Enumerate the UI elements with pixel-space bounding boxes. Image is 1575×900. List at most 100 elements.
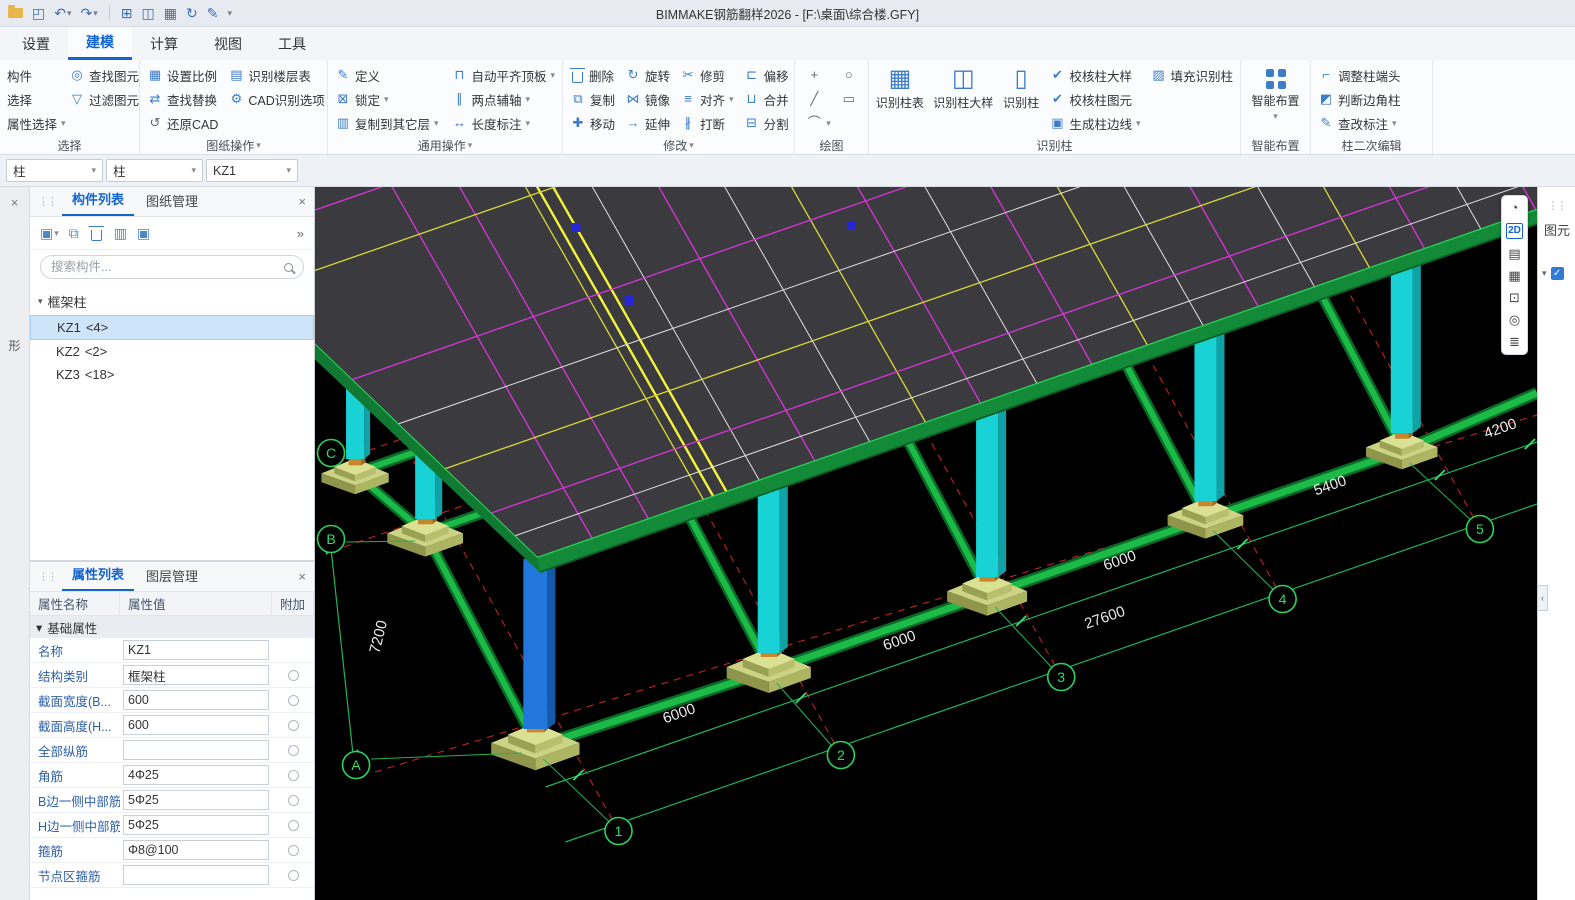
tree-item-kz2[interactable]: KZ2 <2> <box>30 340 314 363</box>
append-toggle[interactable] <box>287 869 299 881</box>
set-scale-button[interactable]: ▦ 设置比例 <box>144 63 221 87</box>
generate-column-edge-button[interactable]: ▣ 生成柱边线 ▾ <box>1046 111 1143 135</box>
align-button[interactable]: ≡ 对齐 ▾ <box>677 87 737 111</box>
value-field[interactable]: KZ1 <box>123 640 269 660</box>
tab-modeling[interactable]: 建模 <box>68 27 132 60</box>
select-button[interactable]: 选择 <box>4 87 62 111</box>
draw-line-button[interactable]: ╱ <box>803 87 834 111</box>
find-replace-button[interactable]: ⇄ 查找替换 <box>144 87 221 111</box>
split-button[interactable]: ⊟ 分割 <box>741 111 792 135</box>
judge-corner-column-button[interactable]: ◩ 判断边角柱 <box>1315 87 1404 111</box>
new-component-button[interactable]: ▣ ▾ <box>40 225 59 242</box>
rotate-button[interactable]: ↻ 旋转 <box>622 63 673 87</box>
column-a2[interactable] <box>757 472 788 653</box>
zoom-extents-icon[interactable]: ⊡ <box>1509 291 1520 305</box>
value-field[interactable]: 框架柱 <box>123 665 269 685</box>
recognize-column-detail-button[interactable]: ◫ 识别柱大样 <box>931 63 996 111</box>
draw-rect-button[interactable]: ▭ <box>838 87 860 111</box>
adjust-column-end-button[interactable]: ⌐ 调整柱端头 <box>1315 63 1404 87</box>
edit-annotation-button[interactable]: ✎ 查改标注 ▾ <box>1315 111 1404 135</box>
collapse-panel-button[interactable]: ‹ <box>1537 585 1548 611</box>
copy-component-button[interactable]: ⧉ <box>69 225 79 242</box>
tab-view[interactable]: 视图 <box>196 27 260 60</box>
display-settings-icon[interactable]: ▦ <box>1508 269 1520 283</box>
draw-arc-button[interactable]: ⌒ ▾ <box>803 111 834 135</box>
copy-to-floor-button[interactable]: ▥ <box>114 225 127 242</box>
append-toggle[interactable] <box>287 794 299 806</box>
collapsed-panel-tab[interactable]: 形 <box>0 337 29 354</box>
3d-scene[interactable]: 6000 6000 6000 5400 4200 27600 7200 A B … <box>315 187 1537 900</box>
group-label-common-ops[interactable]: 通用操作 ▾ <box>332 137 558 154</box>
column-a5[interactable] <box>1390 251 1421 433</box>
tab-property-list[interactable]: 属性列表 <box>62 559 135 591</box>
close-strip-button[interactable]: × <box>0 195 29 210</box>
delete-button[interactable]: 删除 <box>567 63 618 87</box>
tree-group-frame-column[interactable]: ▾ 框架柱 <box>30 288 314 315</box>
property-select-button[interactable]: 属性选择 ▾ <box>4 111 66 135</box>
tab-drawing-management[interactable]: 图纸管理 <box>136 186 208 216</box>
component-button[interactable]: 构件 <box>4 63 62 87</box>
auto-align-top-slab-button[interactable]: ⊓ 自动平齐顶板 ▾ <box>448 63 558 87</box>
restore-cad-button[interactable]: ↺ 还原CAD <box>144 111 221 135</box>
append-toggle[interactable] <box>287 819 299 831</box>
locate-icon[interactable]: ◎ <box>1509 313 1520 327</box>
copy-button[interactable]: ⧉ 复制 <box>567 87 618 111</box>
search-input[interactable] <box>51 260 278 274</box>
delete-component-button[interactable] <box>88 225 104 241</box>
append-toggle[interactable] <box>287 719 299 731</box>
two-point-aux-axis-button[interactable]: ∥ 两点辅轴 ▾ <box>448 87 558 111</box>
value-field[interactable] <box>123 740 269 760</box>
cad-recognize-options-button[interactable]: ⚙ CAD识别选项 <box>225 87 327 111</box>
column-a3[interactable] <box>976 395 1007 577</box>
mirror-button[interactable]: ⋈ 镜像 <box>622 87 673 111</box>
category-select[interactable]: 柱 ▾ <box>6 159 103 182</box>
value-field[interactable]: Φ8@100 <box>123 840 269 860</box>
more-tools-button[interactable]: » <box>297 226 304 241</box>
column-a4[interactable] <box>1194 319 1225 501</box>
value-field[interactable]: 5Φ25 <box>123 790 269 810</box>
define-button[interactable]: ✎ 定义 <box>332 63 444 87</box>
2d-view-icon[interactable]: 2D <box>1506 223 1523 239</box>
append-toggle[interactable] <box>287 744 299 756</box>
value-field[interactable] <box>123 865 269 885</box>
recognize-column-button[interactable]: ▯ 识别柱 <box>1000 63 1043 111</box>
value-field[interactable]: 4Φ25 <box>123 765 269 785</box>
drag-handle-icon[interactable]: ⋮⋮ <box>38 570 58 583</box>
save-component-button[interactable]: ▣ <box>137 225 150 242</box>
fill-recognize-column-button[interactable]: ▨ 填充识别柱 <box>1147 63 1236 87</box>
smart-layout-button[interactable]: 智能布置 ▾ <box>1247 63 1305 122</box>
trim-button[interactable]: ✂ 修剪 <box>677 63 737 87</box>
selection-node[interactable] <box>624 296 634 305</box>
tab-calculate[interactable]: 计算 <box>132 27 196 60</box>
break-button[interactable]: ∦ 打断 <box>677 111 737 135</box>
tab-layer-management[interactable]: 图层管理 <box>136 561 208 591</box>
append-toggle[interactable] <box>287 844 299 856</box>
draw-point-button[interactable]: + <box>803 63 834 87</box>
move-button[interactable]: ✚ 移动 <box>567 111 618 135</box>
value-field[interactable]: 5Φ25 <box>123 815 269 835</box>
type-select[interactable]: 柱 ▾ <box>106 159 203 182</box>
orbit-view-icon[interactable]: ◔ <box>1511 201 1519 215</box>
extend-button[interactable]: → 延伸 <box>622 111 673 135</box>
detail-list-icon[interactable]: ≣ <box>1509 335 1520 349</box>
visibility-checkbox[interactable]: ✓ <box>1550 267 1564 280</box>
append-toggle[interactable] <box>287 694 299 706</box>
component-name-select[interactable]: KZ1 ▾ <box>206 159 298 182</box>
drag-handle-icon[interactable]: ⋮⋮ <box>38 195 58 208</box>
append-toggle[interactable] <box>287 769 299 781</box>
tab-component-list[interactable]: 构件列表 <box>62 184 135 216</box>
section-collapse-icon[interactable]: ▾ <box>36 620 42 635</box>
model-viewport[interactable]: 6000 6000 6000 5400 4200 27600 7200 A B … <box>315 187 1537 900</box>
draw-circle-button[interactable]: ○ <box>838 63 860 87</box>
group-label-sheet-ops[interactable]: 图纸操作 ▾ <box>144 137 323 154</box>
recognize-column-table-button[interactable]: ▦ 识别柱表 <box>873 63 927 111</box>
value-field[interactable]: 600 <box>123 690 269 710</box>
offset-button[interactable]: ⊏ 偏移 <box>741 63 792 87</box>
group-label-modify[interactable]: 修改 ▾ <box>567 137 790 154</box>
selection-node[interactable] <box>571 223 581 232</box>
copy-to-other-floors-button[interactable]: ▥ 复制到其它层 ▾ <box>332 111 444 135</box>
section-basic-properties[interactable]: ▾ 基础属性 <box>30 616 314 638</box>
tab-tools[interactable]: 工具 <box>260 27 324 60</box>
lock-button[interactable]: ⊠ 锁定 ▾ <box>332 87 444 111</box>
tab-settings[interactable]: 设置 <box>4 27 68 60</box>
